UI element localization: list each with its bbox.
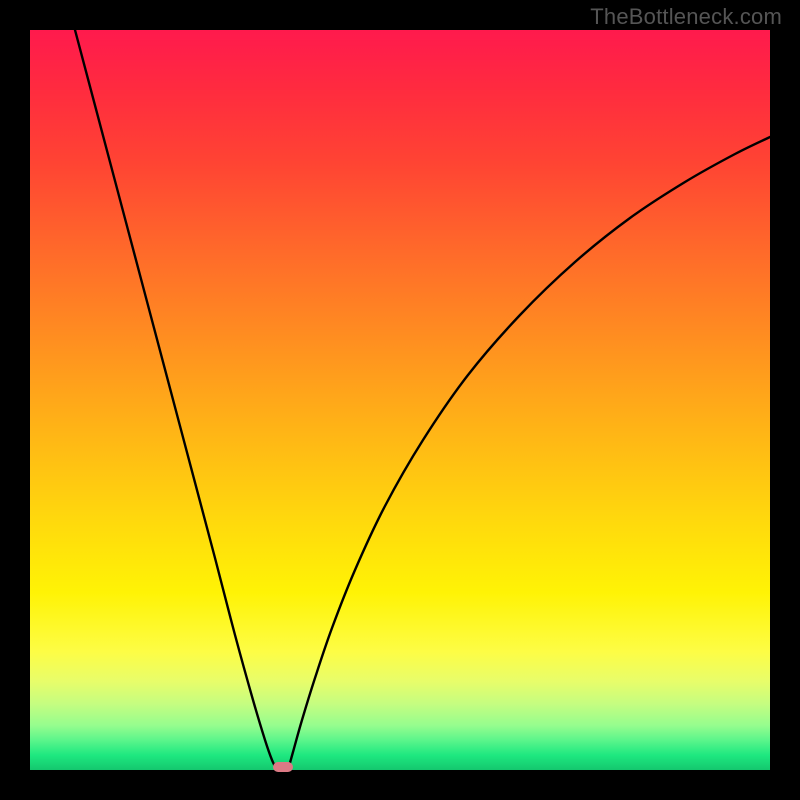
- curve-svg: [30, 30, 770, 770]
- chart-plot-area: [30, 30, 770, 770]
- minimum-marker: [273, 762, 293, 772]
- watermark-text: TheBottleneck.com: [590, 4, 782, 30]
- curve-right-branch: [288, 137, 770, 770]
- curve-left-branch: [75, 30, 277, 770]
